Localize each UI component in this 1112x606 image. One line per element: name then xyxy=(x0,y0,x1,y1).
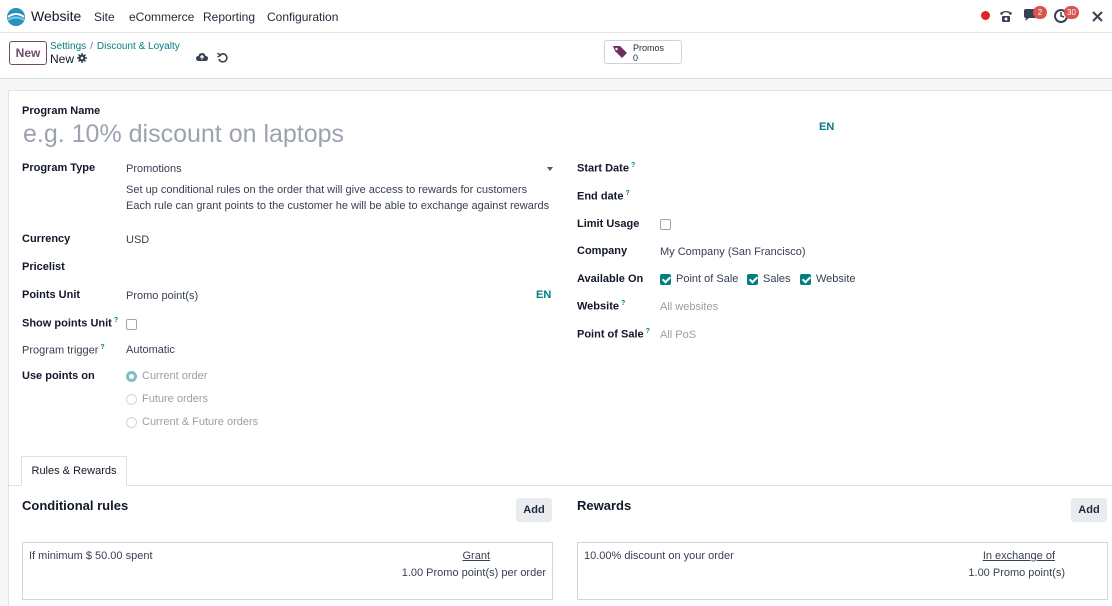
discard-undo-icon[interactable] xyxy=(217,52,228,63)
add-rule-button[interactable]: Add xyxy=(516,498,552,522)
point-of-sale-option-label[interactable]: Point of Sale xyxy=(676,273,738,285)
phone-icon[interactable] xyxy=(998,8,1014,24)
tags-icon xyxy=(613,46,627,58)
program-trigger-label: Program trigger? xyxy=(22,344,105,357)
promos-label: Promos xyxy=(633,43,665,53)
rewards-title: Rewards xyxy=(577,498,632,513)
radio-current-order-label[interactable]: Current order xyxy=(142,370,207,382)
program-name-label: Program Name xyxy=(22,105,101,117)
reward-text: 10.00% discount on your order xyxy=(584,550,734,562)
point-of-sale-label: Point of Sale? xyxy=(577,328,650,341)
record-name: New xyxy=(50,52,75,66)
radio-current-order[interactable] xyxy=(126,371,137,382)
tabs-divider xyxy=(9,485,1112,486)
website-checkbox[interactable] xyxy=(800,274,811,285)
gear-icon[interactable] xyxy=(77,53,87,63)
program-type-label: Program Type xyxy=(22,162,96,174)
reward-exchange-link[interactable]: In exchange of xyxy=(983,550,1055,562)
program-name-input[interactable]: e.g. 10% discount on laptops xyxy=(23,120,344,149)
menu-reporting[interactable]: Reporting xyxy=(203,10,255,24)
website-option-label[interactable]: Website xyxy=(816,273,856,285)
program-type-description-1: Set up conditional rules on the order th… xyxy=(126,184,528,196)
menu-configuration[interactable]: Configuration xyxy=(267,10,338,24)
website-label: Website? xyxy=(577,300,626,313)
rule-card[interactable]: If minimum $ 50.00 spent Grant 1.00 Prom… xyxy=(22,542,553,600)
program-type-description-2: Each rule can grant points to the custom… xyxy=(126,200,550,212)
add-reward-button[interactable]: Add xyxy=(1071,498,1107,522)
show-points-unit-label: Show points Unit? xyxy=(22,317,119,330)
currency-field[interactable]: USD xyxy=(126,234,149,246)
reward-points: 1.00 Promo point(s) xyxy=(968,567,1065,579)
limit-usage-label: Limit Usage xyxy=(577,218,640,230)
chevron-down-icon[interactable] xyxy=(547,167,553,171)
limit-usage-checkbox[interactable] xyxy=(660,219,671,230)
program-trigger-field[interactable]: Automatic xyxy=(126,344,175,356)
breadcrumb: Settings / Discount & Loyalty xyxy=(50,41,180,52)
start-date-label: Start Date? xyxy=(577,162,636,175)
menu-ecommerce[interactable]: eCommerce xyxy=(129,10,194,24)
radio-future-orders-label[interactable]: Future orders xyxy=(142,393,208,405)
breadcrumb-discount-loyalty[interactable]: Discount & Loyalty xyxy=(97,41,180,52)
promos-smart-button[interactable]: Promos 0 xyxy=(604,40,682,64)
debug-tools-icon[interactable] xyxy=(1091,10,1104,23)
messages-badge: 2 xyxy=(1033,6,1047,19)
tab-rules-rewards[interactable]: Rules & Rewards xyxy=(21,456,127,486)
pricelist-label: Pricelist xyxy=(22,261,65,273)
company-label: Company xyxy=(577,245,628,257)
start-date-field[interactable] xyxy=(660,162,1100,174)
rule-grant-link[interactable]: Grant xyxy=(462,550,490,562)
sales-option-label[interactable]: Sales xyxy=(763,273,791,285)
save-cloud-icon[interactable] xyxy=(196,52,208,62)
radio-current-future-orders-label[interactable]: Current & Future orders xyxy=(142,416,258,428)
conditional-rules-title: Conditional rules xyxy=(22,498,129,513)
control-panel: New Settings / Discount & Loyalty New Prom… xyxy=(0,33,1112,79)
rule-text: If minimum $ 50.00 spent xyxy=(29,550,153,562)
available-on-label: Available On xyxy=(577,273,644,285)
point-of-sale-field[interactable]: All PoS xyxy=(660,329,696,341)
new-button[interactable]: New xyxy=(9,41,47,65)
top-navbar: Website Site eCommerce Reporting Configu… xyxy=(0,0,1112,33)
points-unit-label: Points Unit xyxy=(22,289,81,301)
breadcrumb-settings[interactable]: Settings xyxy=(50,41,86,52)
recording-indicator-icon[interactable] xyxy=(981,11,990,20)
website-app-icon[interactable] xyxy=(6,7,26,27)
company-field[interactable]: My Company (San Francisco) xyxy=(660,246,806,258)
website-field[interactable]: All websites xyxy=(660,301,718,313)
program-name-lang-button[interactable]: EN xyxy=(819,121,834,133)
menu-site[interactable]: Site xyxy=(94,10,115,24)
point-of-sale-checkbox[interactable] xyxy=(660,274,671,285)
sales-checkbox[interactable] xyxy=(747,274,758,285)
app-name[interactable]: Website xyxy=(31,8,81,24)
end-date-label: End date? xyxy=(577,190,630,203)
use-points-on-label: Use points on xyxy=(22,370,95,382)
radio-future-orders[interactable] xyxy=(126,394,137,405)
promos-count: 0 xyxy=(633,53,639,63)
show-points-unit-checkbox[interactable] xyxy=(126,319,137,330)
points-unit-lang-button[interactable]: EN xyxy=(536,289,551,301)
pricelist-field[interactable] xyxy=(126,262,546,274)
rule-points: 1.00 Promo point(s) per order xyxy=(401,567,546,579)
points-unit-field[interactable]: Promo point(s) xyxy=(126,290,198,302)
program-type-select[interactable]: Promotions xyxy=(126,163,182,175)
activities-badge: 30 xyxy=(1064,6,1079,19)
end-date-field[interactable] xyxy=(660,190,1100,202)
radio-current-future-orders[interactable] xyxy=(126,417,137,428)
form-sheet: Program Name e.g. 10% discount on laptop… xyxy=(8,90,1112,606)
currency-label: Currency xyxy=(22,233,71,245)
reward-card[interactable]: 10.00% discount on your order In exchang… xyxy=(577,542,1108,600)
